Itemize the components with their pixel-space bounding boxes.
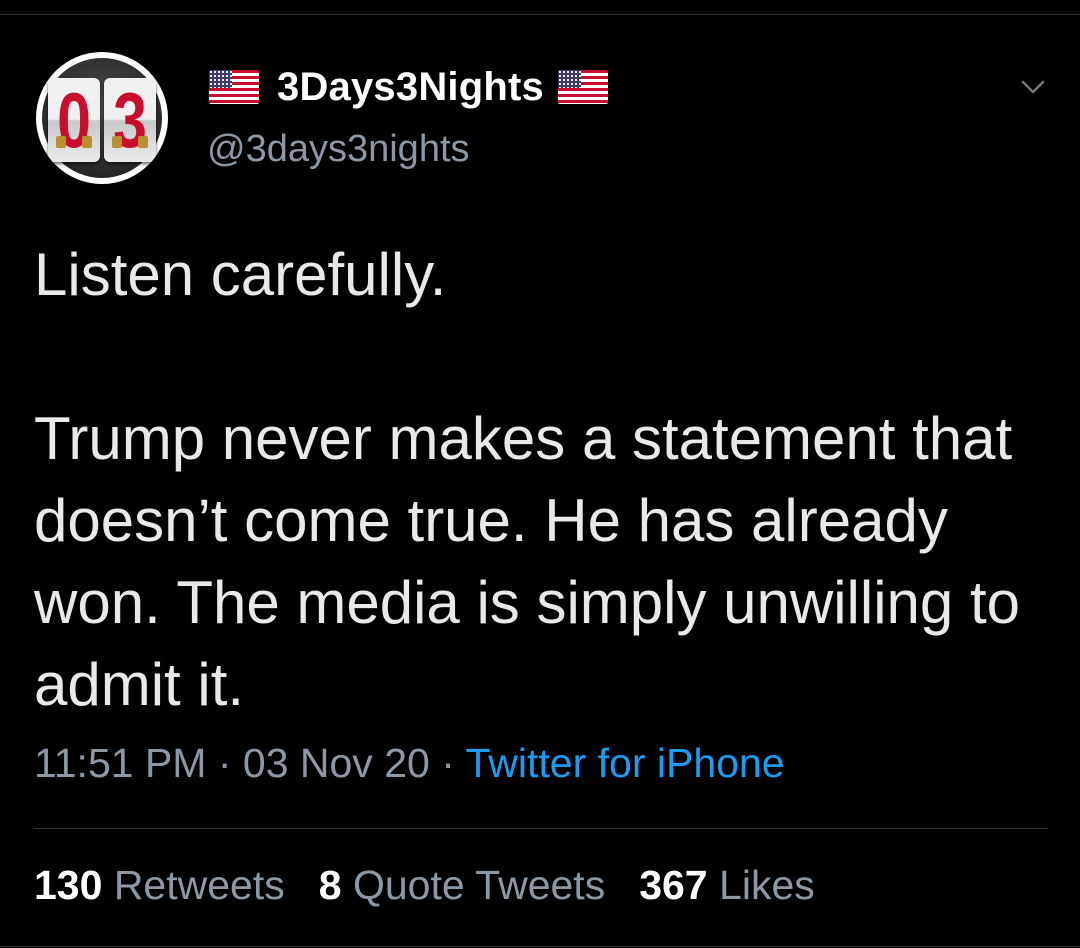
avatar[interactable]: 0 3 <box>36 52 168 184</box>
display-name: 3Days3Nights <box>277 64 544 109</box>
retweets-count: 130 <box>34 862 103 908</box>
avatar-ring <box>82 136 92 148</box>
tweet-source-link[interactable]: Twitter for iPhone <box>466 740 785 786</box>
avatar-digit-right: 3 <box>113 76 147 164</box>
retweets-label: Retweets <box>113 862 285 908</box>
quote-tweets-label: Quote Tweets <box>352 862 606 908</box>
user-handle[interactable]: @3days3nights <box>207 128 470 171</box>
tweet-time[interactable]: 11:51 PM <box>34 740 206 786</box>
avatar-flip-card-right: 3 <box>104 78 156 162</box>
us-flag-icon <box>209 70 259 104</box>
display-name-row[interactable]: 3Days3Nights <box>209 64 608 110</box>
avatar-ring <box>56 136 66 148</box>
avatar-digit-left: 0 <box>57 76 91 164</box>
chevron-down-icon[interactable] <box>1018 72 1048 102</box>
quote-tweets-stat[interactable]: 8 Quote Tweets <box>319 862 605 909</box>
retweets-stat[interactable]: 130 Retweets <box>34 862 285 909</box>
meta-separator: · <box>429 740 466 786</box>
tweet-date[interactable]: 03 Nov 20 <box>243 740 430 786</box>
quote-tweets-count: 8 <box>318 862 342 908</box>
avatar-ring <box>112 136 122 148</box>
stats-divider <box>34 828 1048 829</box>
tweet-text: Listen carefully. Trump never makes a st… <box>34 241 1020 718</box>
us-flag-icon <box>557 70 608 104</box>
likes-label: Likes <box>719 862 815 908</box>
avatar-ring <box>138 136 148 148</box>
top-divider <box>0 14 1080 15</box>
meta-separator: · <box>206 740 243 786</box>
likes-stat[interactable]: 367 Likes <box>639 862 815 909</box>
avatar-image: 0 3 <box>42 58 162 178</box>
tweet-meta: 11:51 PM · 03 Nov 20 · Twitter for iPhon… <box>34 740 785 787</box>
avatar-flip-card-left: 0 <box>48 78 100 162</box>
tweet-stats: 130 Retweets 8 Quote Tweets 367 Likes <box>34 862 849 909</box>
bottom-divider <box>0 946 1080 947</box>
likes-count: 367 <box>639 862 708 908</box>
